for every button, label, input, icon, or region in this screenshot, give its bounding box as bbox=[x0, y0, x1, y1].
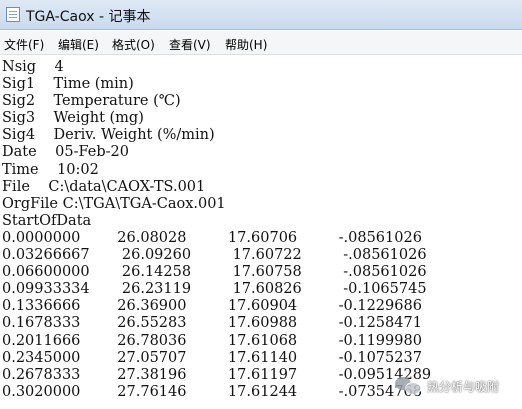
menu-file[interactable]: 文件(F) bbox=[4, 36, 44, 53]
wechat-icon bbox=[395, 375, 423, 397]
text-editor-area[interactable]: Nsig 4 Sig1 Time (min) Sig2 Temperature … bbox=[0, 56, 522, 409]
window-title: TGA-Caox - 记事本 bbox=[26, 9, 151, 25]
document-text[interactable]: Nsig 4 Sig1 Time (min) Sig2 Temperature … bbox=[0, 56, 522, 401]
menu-help[interactable]: 帮助(H) bbox=[225, 36, 267, 53]
menu-bar: 文件(F) 编辑(E) 格式(O) 查看(V) 帮助(H) bbox=[0, 31, 522, 55]
notepad-icon bbox=[6, 7, 20, 22]
title-bar: TGA-Caox - 记事本 bbox=[0, 0, 522, 30]
watermark-text: 热分析与吸附 bbox=[427, 379, 500, 394]
watermark: 热分析与吸附 bbox=[395, 374, 515, 398]
menu-edit[interactable]: 编辑(E) bbox=[58, 36, 99, 53]
menu-view[interactable]: 查看(V) bbox=[169, 36, 211, 53]
menu-format[interactable]: 格式(O) bbox=[112, 36, 155, 53]
